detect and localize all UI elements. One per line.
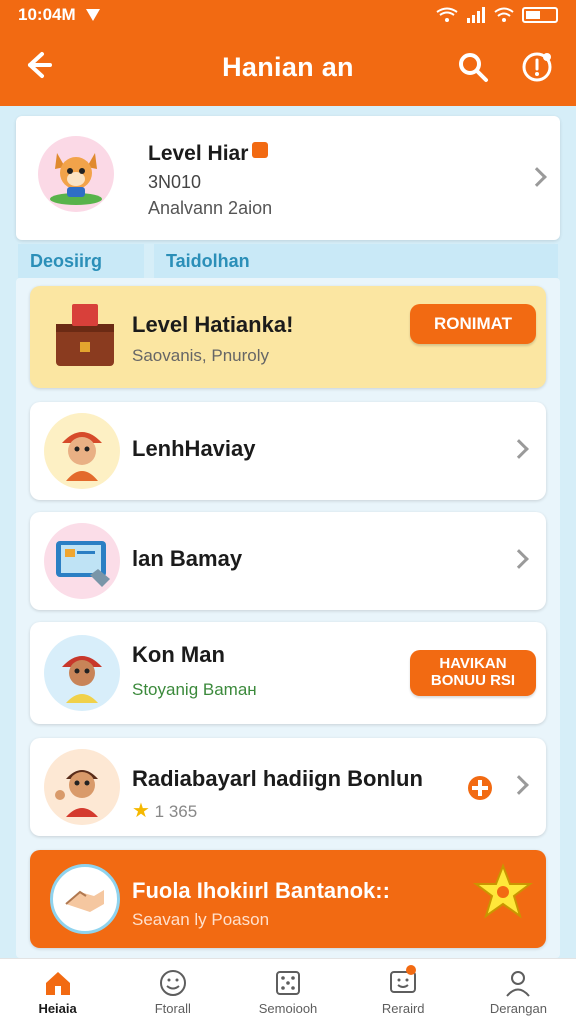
- card-title: lan Bamay: [132, 546, 243, 571]
- chevron-right-icon: [509, 439, 529, 459]
- bottom-nav: Heiaia Ftorall Semoiooh Reraird Derangan: [0, 958, 576, 1024]
- kid-cheering-icon: [55, 770, 98, 817]
- search-icon[interactable]: [456, 50, 490, 84]
- chevron-right-icon: [527, 167, 547, 187]
- tab-bar: Deosiirg Taidolhan: [0, 244, 576, 280]
- dice-icon: [276, 971, 300, 995]
- card-title: Radiabayarl hadiign Bonlun: [132, 766, 423, 791]
- status-right: [436, 7, 558, 23]
- featured-card[interactable]: Level Hatianka! Saovanis, Pnuroly RONIMA…: [30, 286, 546, 388]
- avatar: [44, 413, 120, 489]
- card-title: Fuola Ihokiırl Bantanok::: [132, 878, 390, 903]
- chevron-right-icon: [509, 549, 529, 569]
- card-subtitle: Saovanis, Pnuroly: [132, 346, 270, 365]
- card-title: Kon Man: [132, 642, 225, 667]
- profile-card[interactable]: Level Hiar 3N010 Analvann 2aion: [16, 116, 560, 240]
- tablet-icon: [56, 541, 110, 587]
- nav-rewards[interactable]: Reraird: [346, 959, 461, 1024]
- nav-label: Derangan: [489, 1001, 547, 1016]
- status-bar: 10:04M: [0, 0, 576, 30]
- claim-button[interactable]: RONIMAT: [410, 304, 536, 344]
- list-item[interactable]: Radiabayarl hadiign Bonlun ★ 1 365: [30, 738, 546, 836]
- status-time: 10:04M: [18, 5, 76, 24]
- star-icon: ★: [132, 800, 150, 822]
- tab-deosiirg[interactable]: Deosiirg: [18, 244, 144, 278]
- status-left: 10:04M: [18, 5, 102, 25]
- nav-label: Reraird: [381, 1001, 425, 1016]
- wifi-icon: [436, 7, 458, 22]
- profile-id: 3N010: [148, 172, 202, 192]
- notification-dot: [405, 965, 416, 975]
- list-item[interactable]: LenhHaviay: [30, 402, 546, 500]
- shield-icon: [85, 9, 100, 21]
- card-subtitle: Stoyanig Bamaн: [132, 680, 257, 699]
- promo-card[interactable]: Fuola Ihokiırl Bantanok:: Seavan ly Poas…: [30, 850, 546, 948]
- verified-badge-icon: [252, 142, 269, 158]
- chevron-right-icon: [509, 775, 529, 795]
- app-bar: Hanian an: [0, 30, 576, 106]
- nav-feed[interactable]: Ftorall: [115, 959, 230, 1024]
- gift-icon: [468, 776, 492, 800]
- boy-avatar-icon: [62, 656, 102, 703]
- list-item[interactable]: Kon Man Stoyanig Bamaн HAVIKAN BONUU RSI: [30, 622, 546, 724]
- battery-icon: [522, 7, 558, 23]
- star-badge-icon: [473, 863, 533, 919]
- nav-label: Heiaia: [38, 1001, 77, 1016]
- avatar: [50, 864, 120, 934]
- rating-count: 1 365: [154, 802, 198, 821]
- fox-mascot-icon: [50, 153, 102, 205]
- tab-taidolhan[interactable]: Taidolhan: [154, 244, 558, 278]
- handshake-icon: [65, 890, 104, 912]
- signal-icon: [467, 7, 485, 23]
- card-subtitle: Seavan ly Poason: [132, 910, 270, 929]
- card-title: Level Hatianka!: [132, 312, 294, 337]
- avatar: [44, 523, 120, 599]
- profile-name-text: Level Hiar: [148, 142, 249, 165]
- profile-subtitle: Analvann 2aion: [148, 198, 273, 218]
- wifi-icon-2: [494, 7, 514, 22]
- avatar: [44, 749, 120, 825]
- child-avatar-icon: [62, 432, 102, 481]
- home-icon: [45, 972, 70, 995]
- nav-search[interactable]: Semoiooh: [230, 959, 345, 1024]
- treasure-chest-icon: [56, 304, 114, 366]
- list-item[interactable]: lan Bamay: [30, 512, 546, 610]
- nav-label: Ftorall: [154, 1001, 191, 1016]
- profile-name: Level Hiar: [148, 142, 269, 166]
- smiley-icon: [159, 970, 186, 996]
- nav-profile[interactable]: Derangan: [461, 959, 576, 1024]
- nav-home[interactable]: Heiaia: [0, 959, 115, 1024]
- notification-icon[interactable]: [520, 50, 554, 84]
- bonus-button[interactable]: HAVIKAN BONUU RSI: [410, 650, 536, 696]
- card-subtitle: ★ 1 365: [132, 798, 197, 823]
- avatar: [38, 136, 114, 212]
- avatar: [44, 635, 120, 711]
- nav-label: Semoiooh: [258, 1001, 318, 1016]
- card-title: LenhHaviay: [132, 436, 256, 461]
- user-icon: [506, 971, 531, 997]
